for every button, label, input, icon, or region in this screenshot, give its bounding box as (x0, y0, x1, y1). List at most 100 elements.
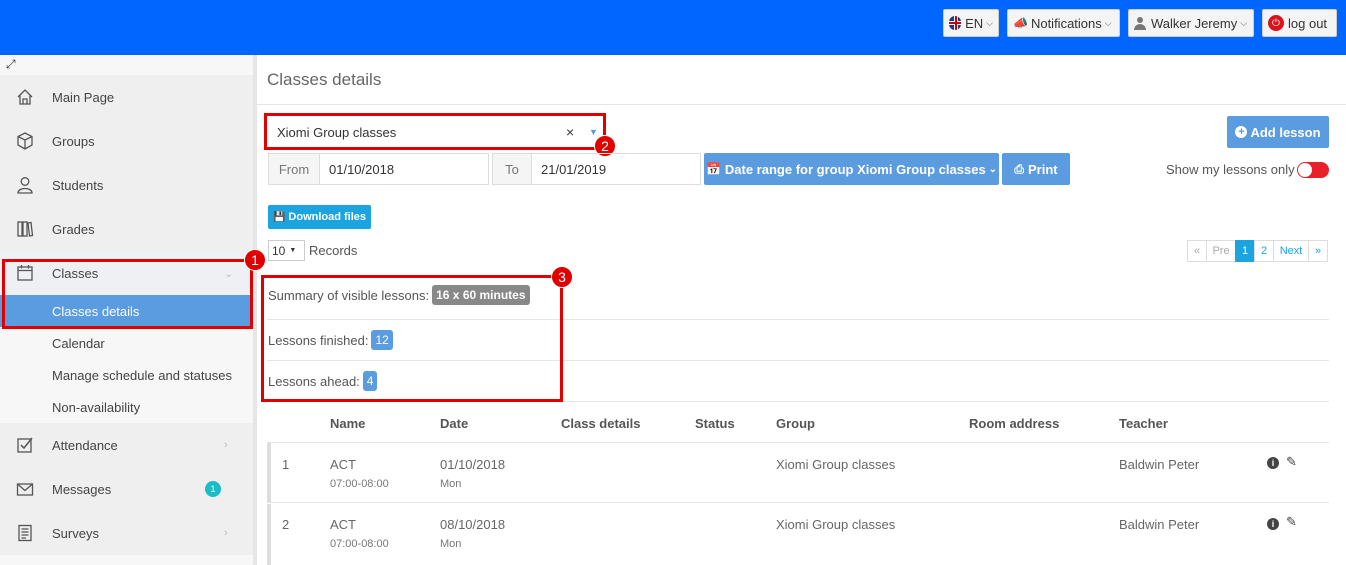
date-from-input[interactable]: 01/10/2018 (319, 153, 489, 185)
plus-circle-icon: + (1235, 126, 1248, 138)
language-dropdown[interactable]: EN ⌵ (943, 9, 999, 37)
top-bar: EN ⌵ 📣 Notifications ⌵ Walker Jeremy ⌵ ⏻… (0, 0, 1346, 55)
sidebar-item-surveys[interactable]: Surveys › (0, 511, 253, 555)
edit-pencil-icon[interactable]: ✎ (1286, 454, 1297, 470)
sidebar-subitem-label: Calendar (52, 335, 105, 351)
pagination: « Pre 1 2 Next » (1187, 240, 1328, 262)
table-header-date[interactable]: Date (440, 416, 468, 431)
pagination-last[interactable]: » (1308, 240, 1328, 262)
download-files-button[interactable]: 💾 Download files (268, 205, 371, 229)
messages-count-badge: 1 (205, 481, 221, 497)
table-header-teacher[interactable]: Teacher (1119, 416, 1168, 431)
date-from-label: From (268, 153, 320, 185)
sidebar-item-attendance[interactable]: Attendance › (0, 423, 253, 467)
home-icon (15, 87, 35, 107)
pagination-first[interactable]: « (1187, 240, 1207, 262)
sidebar-item-main-page[interactable]: Main Page (0, 75, 253, 119)
notifications-label: Notifications (1030, 15, 1102, 31)
chevron-down-icon: ⌵ (1104, 17, 1112, 28)
logout-button[interactable]: ⏻ log out (1262, 9, 1337, 37)
date-range-button[interactable]: 📅 Date range for group Xiomi Group class… (704, 153, 999, 185)
sidebar-item-students[interactable]: Students (0, 163, 253, 207)
row-time: 07:00-08:00 (330, 478, 389, 490)
edit-pencil-icon[interactable]: ✎ (1286, 514, 1297, 530)
add-lesson-button[interactable]: + Add lesson (1227, 116, 1329, 148)
row-date: 08/10/2018 (440, 517, 506, 532)
table-header-status[interactable]: Status (695, 416, 735, 431)
row-date: 01/10/2018 (440, 457, 506, 472)
uk-flag-icon (949, 16, 962, 30)
pagination-next[interactable]: Next (1273, 240, 1309, 262)
sidebar-subitem-label: Non-availability (52, 399, 141, 415)
row-group: Xiomi Group classes (776, 457, 896, 472)
checkbox-icon (15, 435, 35, 455)
sidebar-item-grades[interactable]: Grades (0, 207, 253, 251)
sidebar-subitem-label: Manage schedule and statuses (52, 367, 232, 383)
notifications-dropdown[interactable]: 📣 Notifications ⌵ (1007, 9, 1120, 37)
date-from-label-text: From (278, 161, 310, 177)
date-to-input[interactable]: 21/01/2019 (531, 153, 701, 185)
megaphone-icon: 📣 (1013, 16, 1028, 30)
title-divider (257, 104, 1346, 105)
row-day: Mon (440, 538, 462, 550)
cube-icon (15, 131, 35, 151)
power-icon: ⏻ (1268, 15, 1284, 31)
table-row[interactable]: 2 ACT 07:00-08:00 08/10/2018 Mon Xiomi G… (267, 504, 1329, 565)
show-my-lessons-toggle[interactable] (1297, 162, 1329, 178)
sidebar-item-label: Students (52, 177, 104, 193)
table-header-room-address[interactable]: Room address (969, 416, 1059, 431)
records-value: 10 (272, 243, 286, 258)
pagination-prev[interactable]: Pre (1206, 240, 1236, 262)
sidebar-item-label: Surveys (52, 525, 99, 541)
row-number: 1 (282, 457, 290, 472)
records-select[interactable]: 10 ▼ (268, 240, 305, 261)
date-range-label: Date range for group Xiomi Group classes (724, 161, 986, 177)
sidebar-subitem-manage-schedule[interactable]: Manage schedule and statuses (0, 359, 253, 391)
book-icon (15, 219, 35, 239)
sidebar-item-groups[interactable]: Groups (0, 119, 253, 163)
row-name: ACT (330, 457, 356, 472)
table-header-class-details[interactable]: Class details (561, 416, 641, 431)
info-icon[interactable]: i (1267, 457, 1279, 469)
language-label: EN (965, 15, 984, 31)
chevron-down-icon: ⌵ (986, 17, 993, 28)
date-to-label-text: To (505, 161, 519, 177)
annotation-marker-1: 1 (244, 249, 266, 271)
user-icon (1134, 16, 1146, 30)
user-dropdown[interactable]: Walker Jeremy ⌵ (1128, 9, 1254, 37)
row-teacher: Baldwin Peter (1119, 517, 1200, 532)
sidebar-item-label: Messages (52, 481, 112, 497)
row-time: 07:00-08:00 (330, 538, 389, 550)
show-my-lessons-label: Show my lessons only (1166, 162, 1295, 177)
annotation-box-2 (264, 113, 606, 150)
date-to-value: 21/01/2019 (541, 161, 607, 177)
collapse-sidebar-icon[interactable]: ⤢ (6, 57, 16, 72)
table-header-group[interactable]: Group (776, 416, 815, 431)
row-number: 2 (282, 517, 290, 532)
date-to-label: To (492, 153, 532, 185)
chevron-down-icon: ▼ (289, 247, 297, 254)
sidebar-divider (253, 55, 257, 565)
pagination-page-2[interactable]: 2 (1254, 240, 1274, 262)
download-files-label: Download files (288, 211, 367, 223)
table-row[interactable]: 1 ACT 07:00-08:00 01/10/2018 Mon Xiomi G… (267, 443, 1329, 503)
info-icon[interactable]: i (1267, 518, 1279, 530)
sidebar-item-messages[interactable]: Messages 1 (0, 467, 253, 511)
chevron-right-icon: › (224, 439, 228, 451)
chevron-down-icon: ⌄ (988, 163, 998, 175)
records-label: Records (309, 243, 358, 258)
date-from-value: 01/10/2018 (329, 161, 395, 177)
table-header-name[interactable]: Name (330, 416, 365, 431)
sidebar-subitem-non-availability[interactable]: Non-availability (0, 391, 253, 423)
pagination-page-1[interactable]: 1 (1235, 240, 1255, 262)
row-group: Xiomi Group classes (776, 517, 896, 532)
user-name: Walker Jeremy (1151, 15, 1238, 31)
print-button[interactable]: ⎙ Print (1002, 153, 1070, 185)
sidebar-subitem-calendar[interactable]: Calendar (0, 327, 253, 359)
sidebar-item-label: Attendance (52, 437, 118, 453)
sidebar-item-label: Groups (52, 133, 95, 149)
row-day: Mon (440, 478, 462, 490)
annotation-box-3 (261, 275, 563, 402)
print-label: Print (1027, 161, 1058, 177)
page-title: Classes details (267, 70, 382, 89)
